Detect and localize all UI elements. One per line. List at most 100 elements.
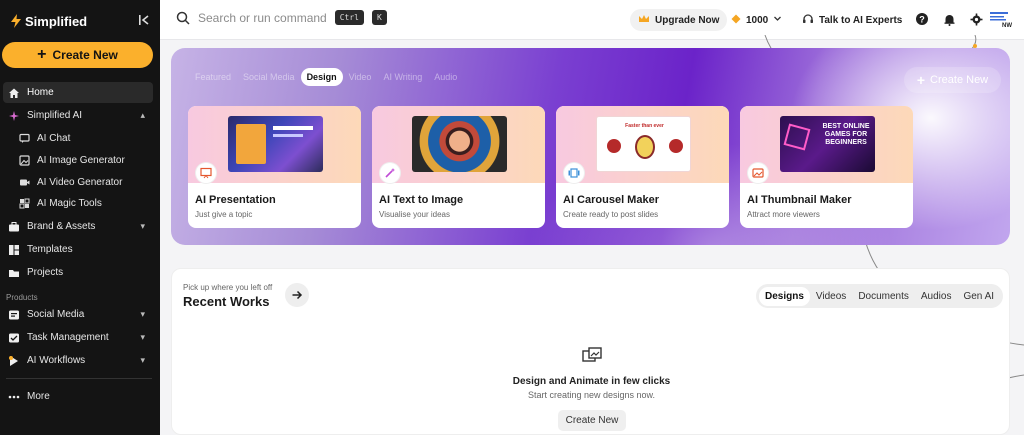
templates-icon bbox=[8, 244, 20, 256]
presentation-icon bbox=[196, 163, 216, 183]
plus-icon: + bbox=[916, 72, 926, 88]
card-title: AI Presentation bbox=[195, 194, 276, 206]
card-subtitle: Attract more viewers bbox=[747, 210, 820, 219]
tab-documents[interactable]: Documents bbox=[852, 287, 915, 306]
shortcut-ctrl-key: Ctrl bbox=[334, 10, 364, 25]
hero-tabs: Featured Social Media Design Video AI Wr… bbox=[189, 68, 463, 86]
tab-design[interactable]: Design bbox=[300, 68, 343, 86]
upgrade-now-button[interactable]: Upgrade Now bbox=[630, 9, 728, 31]
sidebar-item-label: More bbox=[27, 391, 50, 402]
carousel-preview-image: Faster than ever bbox=[596, 116, 691, 172]
sidebar-item-simplified-ai[interactable]: Simplified AI ▴ bbox=[3, 105, 153, 126]
sidebar-item-templates[interactable]: Templates bbox=[3, 239, 153, 260]
recent-kicker: Pick up where you left off bbox=[183, 283, 273, 292]
card-title: AI Text to Image bbox=[379, 194, 464, 206]
social-icon bbox=[8, 309, 20, 321]
chevron-down-icon: ▾ bbox=[140, 221, 145, 231]
sidebar-item-label: AI Video Generator bbox=[37, 177, 123, 188]
card-ai-thumbnail-maker[interactable]: BEST ONLINE GAMES FOR BEGINNERS AI Thumb… bbox=[740, 106, 913, 228]
tab-audios[interactable]: Audios bbox=[915, 287, 958, 306]
empty-state-create-new-button[interactable]: Create New bbox=[558, 410, 626, 431]
sidebar-item-brand-assets[interactable]: Brand & Assets ▾ bbox=[3, 216, 153, 237]
sidebar-item-ai-video-generator[interactable]: AI Video Generator bbox=[18, 172, 153, 193]
presentation-preview-image bbox=[228, 116, 323, 172]
tab-social-media[interactable]: Social Media bbox=[237, 68, 301, 86]
brand-name: Simplified bbox=[25, 13, 88, 29]
briefcase-icon bbox=[8, 221, 20, 233]
recent-works-panel: Pick up where you left off Recent Works … bbox=[171, 268, 1010, 435]
bell-icon[interactable] bbox=[941, 11, 957, 27]
top-bar: Search or run command Ctrl K Upgrade Now… bbox=[160, 0, 1024, 40]
gear-icon[interactable] bbox=[968, 11, 984, 27]
image-icon bbox=[18, 155, 30, 167]
sidebar-item-ai-workflows[interactable]: AI Workflows ▾ bbox=[3, 350, 153, 371]
avatar-initials: NW bbox=[1002, 23, 1012, 29]
sidebar-create-new-button[interactable]: + Create New bbox=[2, 42, 153, 68]
workspace-avatar[interactable]: NW bbox=[990, 11, 1016, 31]
sidebar-item-projects[interactable]: Projects bbox=[3, 262, 153, 283]
credits-dropdown[interactable]: 1000 bbox=[731, 9, 782, 31]
svg-text:?: ? bbox=[919, 15, 925, 25]
tab-videos[interactable]: Videos bbox=[810, 287, 852, 306]
empty-state-subtitle: Start creating new designs now. bbox=[527, 390, 656, 400]
hero-create-new-button[interactable]: + Create New bbox=[904, 67, 1001, 93]
recent-works-tabs: Designs Videos Documents Audios Gen AI bbox=[756, 284, 1004, 308]
design-empty-icon bbox=[582, 347, 602, 365]
sidebar-item-label: AI Workflows bbox=[27, 355, 86, 366]
text-to-image-preview bbox=[412, 116, 507, 172]
carousel-icon bbox=[564, 163, 584, 183]
card-ai-carousel-maker[interactable]: Faster than ever AI Carousel Maker Creat… bbox=[556, 106, 729, 228]
plus-icon: + bbox=[37, 46, 47, 63]
tab-audio[interactable]: Audio bbox=[428, 68, 463, 86]
sidebar-item-social-media[interactable]: Social Media ▾ bbox=[3, 304, 153, 325]
recent-works-arrow-button[interactable] bbox=[285, 283, 309, 307]
talk-to-experts-button[interactable]: Talk to AI Experts bbox=[802, 9, 902, 31]
chat-icon bbox=[18, 133, 30, 145]
sidebar-item-label: AI Image Generator bbox=[37, 155, 125, 166]
thumbnail-icon bbox=[748, 163, 768, 183]
sidebar-item-ai-image-generator[interactable]: AI Image Generator bbox=[18, 150, 153, 171]
sidebar-divider bbox=[6, 378, 152, 379]
chevron-up-icon: ▴ bbox=[140, 110, 145, 120]
search-input[interactable]: Search or run command bbox=[198, 11, 327, 25]
folder-icon bbox=[8, 267, 20, 279]
help-icon[interactable]: ? bbox=[914, 11, 930, 27]
more-icon bbox=[8, 391, 20, 403]
card-ai-text-to-image[interactable]: AI Text to Image Visualise your ideas bbox=[372, 106, 545, 228]
sidebar-item-label: Templates bbox=[27, 244, 73, 255]
sidebar-item-home[interactable]: Home bbox=[3, 82, 153, 103]
magic-icon bbox=[18, 198, 30, 210]
sidebar-item-label: Projects bbox=[27, 267, 64, 278]
search-bar[interactable]: Search or run command Ctrl K bbox=[176, 10, 387, 25]
sidebar-item-ai-chat[interactable]: AI Chat bbox=[18, 128, 153, 149]
workspace-logo-icon bbox=[990, 12, 1008, 21]
crown-icon bbox=[638, 14, 650, 27]
tab-gen-ai[interactable]: Gen AI bbox=[957, 287, 1000, 306]
sidebar: Simplified + Create New Home Simplified … bbox=[0, 0, 160, 435]
sidebar-item-label: Social Media bbox=[27, 309, 85, 320]
talk-label: Talk to AI Experts bbox=[819, 14, 903, 26]
card-subtitle: Just give a topic bbox=[195, 210, 253, 219]
credits-value: 1000 bbox=[746, 14, 769, 26]
tasks-icon bbox=[8, 332, 20, 344]
empty-state-title: Design and Animate in few clicks bbox=[512, 376, 671, 387]
video-icon bbox=[18, 177, 30, 189]
arrow-right-icon bbox=[292, 290, 303, 300]
thumbnail-preview-image: BEST ONLINE GAMES FOR BEGINNERS bbox=[780, 116, 875, 172]
sidebar-item-ai-magic-tools[interactable]: AI Magic Tools bbox=[18, 193, 153, 214]
brand-logo[interactable]: Simplified bbox=[10, 14, 87, 29]
sidebar-item-label: AI Chat bbox=[37, 133, 71, 144]
chevron-down-icon: ▾ bbox=[140, 355, 145, 365]
card-ai-presentation[interactable]: AI Presentation Just give a topic bbox=[188, 106, 361, 228]
tab-featured[interactable]: Featured bbox=[189, 68, 237, 86]
tab-designs[interactable]: Designs bbox=[759, 286, 810, 306]
sparkle-icon bbox=[8, 110, 20, 122]
collapse-sidebar-icon[interactable] bbox=[138, 14, 150, 29]
carousel-art-text: Faster than ever bbox=[625, 123, 664, 129]
chevron-down-icon: ▾ bbox=[140, 332, 145, 342]
products-section-label: Products bbox=[6, 293, 38, 302]
tab-ai-writing[interactable]: AI Writing bbox=[377, 68, 428, 86]
sidebar-item-task-management[interactable]: Task Management ▾ bbox=[3, 327, 153, 348]
tab-video[interactable]: Video bbox=[343, 68, 378, 86]
sidebar-item-more[interactable]: More bbox=[3, 386, 153, 407]
